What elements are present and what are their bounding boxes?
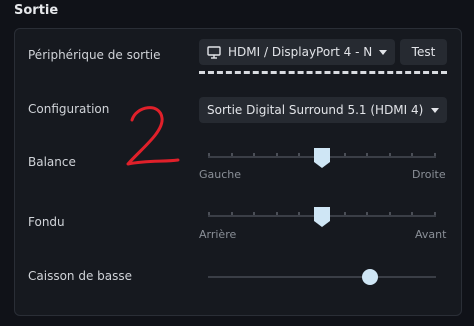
chevron-down-icon [379,49,387,55]
subwoofer-track [208,276,436,278]
fade-label: Fondu [28,215,65,229]
settings-page: Sortie Périphérique de sortie HDMI / Dis… [0,0,474,326]
fade-max-label: Avant [415,228,447,241]
subwoofer-slider[interactable] [208,267,436,287]
monitor-icon-svg [207,46,221,59]
fade-min-label: Arrière [199,228,237,241]
subwoofer-thumb[interactable] [361,269,378,285]
balance-min-label: Gauche [199,168,242,181]
test-button[interactable]: Test [400,39,447,65]
subwoofer-label: Caisson de basse [28,269,133,283]
configuration-label: Configuration [28,102,110,116]
configuration-value: Sortie Digital Surround 5.1 (HDMI 4) [207,103,424,117]
balance-label: Balance [28,155,76,169]
output-device-label: Périphérique de sortie [28,48,161,62]
balance-max-label: Droite [412,168,446,181]
section-title: Sortie [14,3,59,18]
dashed-divider [199,71,447,74]
handwritten-annotation-2 [126,106,180,166]
monitor-icon [207,46,221,59]
fade-thumb[interactable] [314,207,330,227]
balance-thumb[interactable] [314,148,330,168]
output-device-select[interactable]: HDMI / DisplayPort 4 - Na... [199,39,395,65]
balance-slider[interactable] [208,148,436,168]
output-device-value: HDMI / DisplayPort 4 - Na... [228,45,373,59]
configuration-select[interactable]: Sortie Digital Surround 5.1 (HDMI 4) [199,97,447,123]
chevron-down-icon [431,107,439,113]
fade-slider[interactable] [208,207,436,227]
